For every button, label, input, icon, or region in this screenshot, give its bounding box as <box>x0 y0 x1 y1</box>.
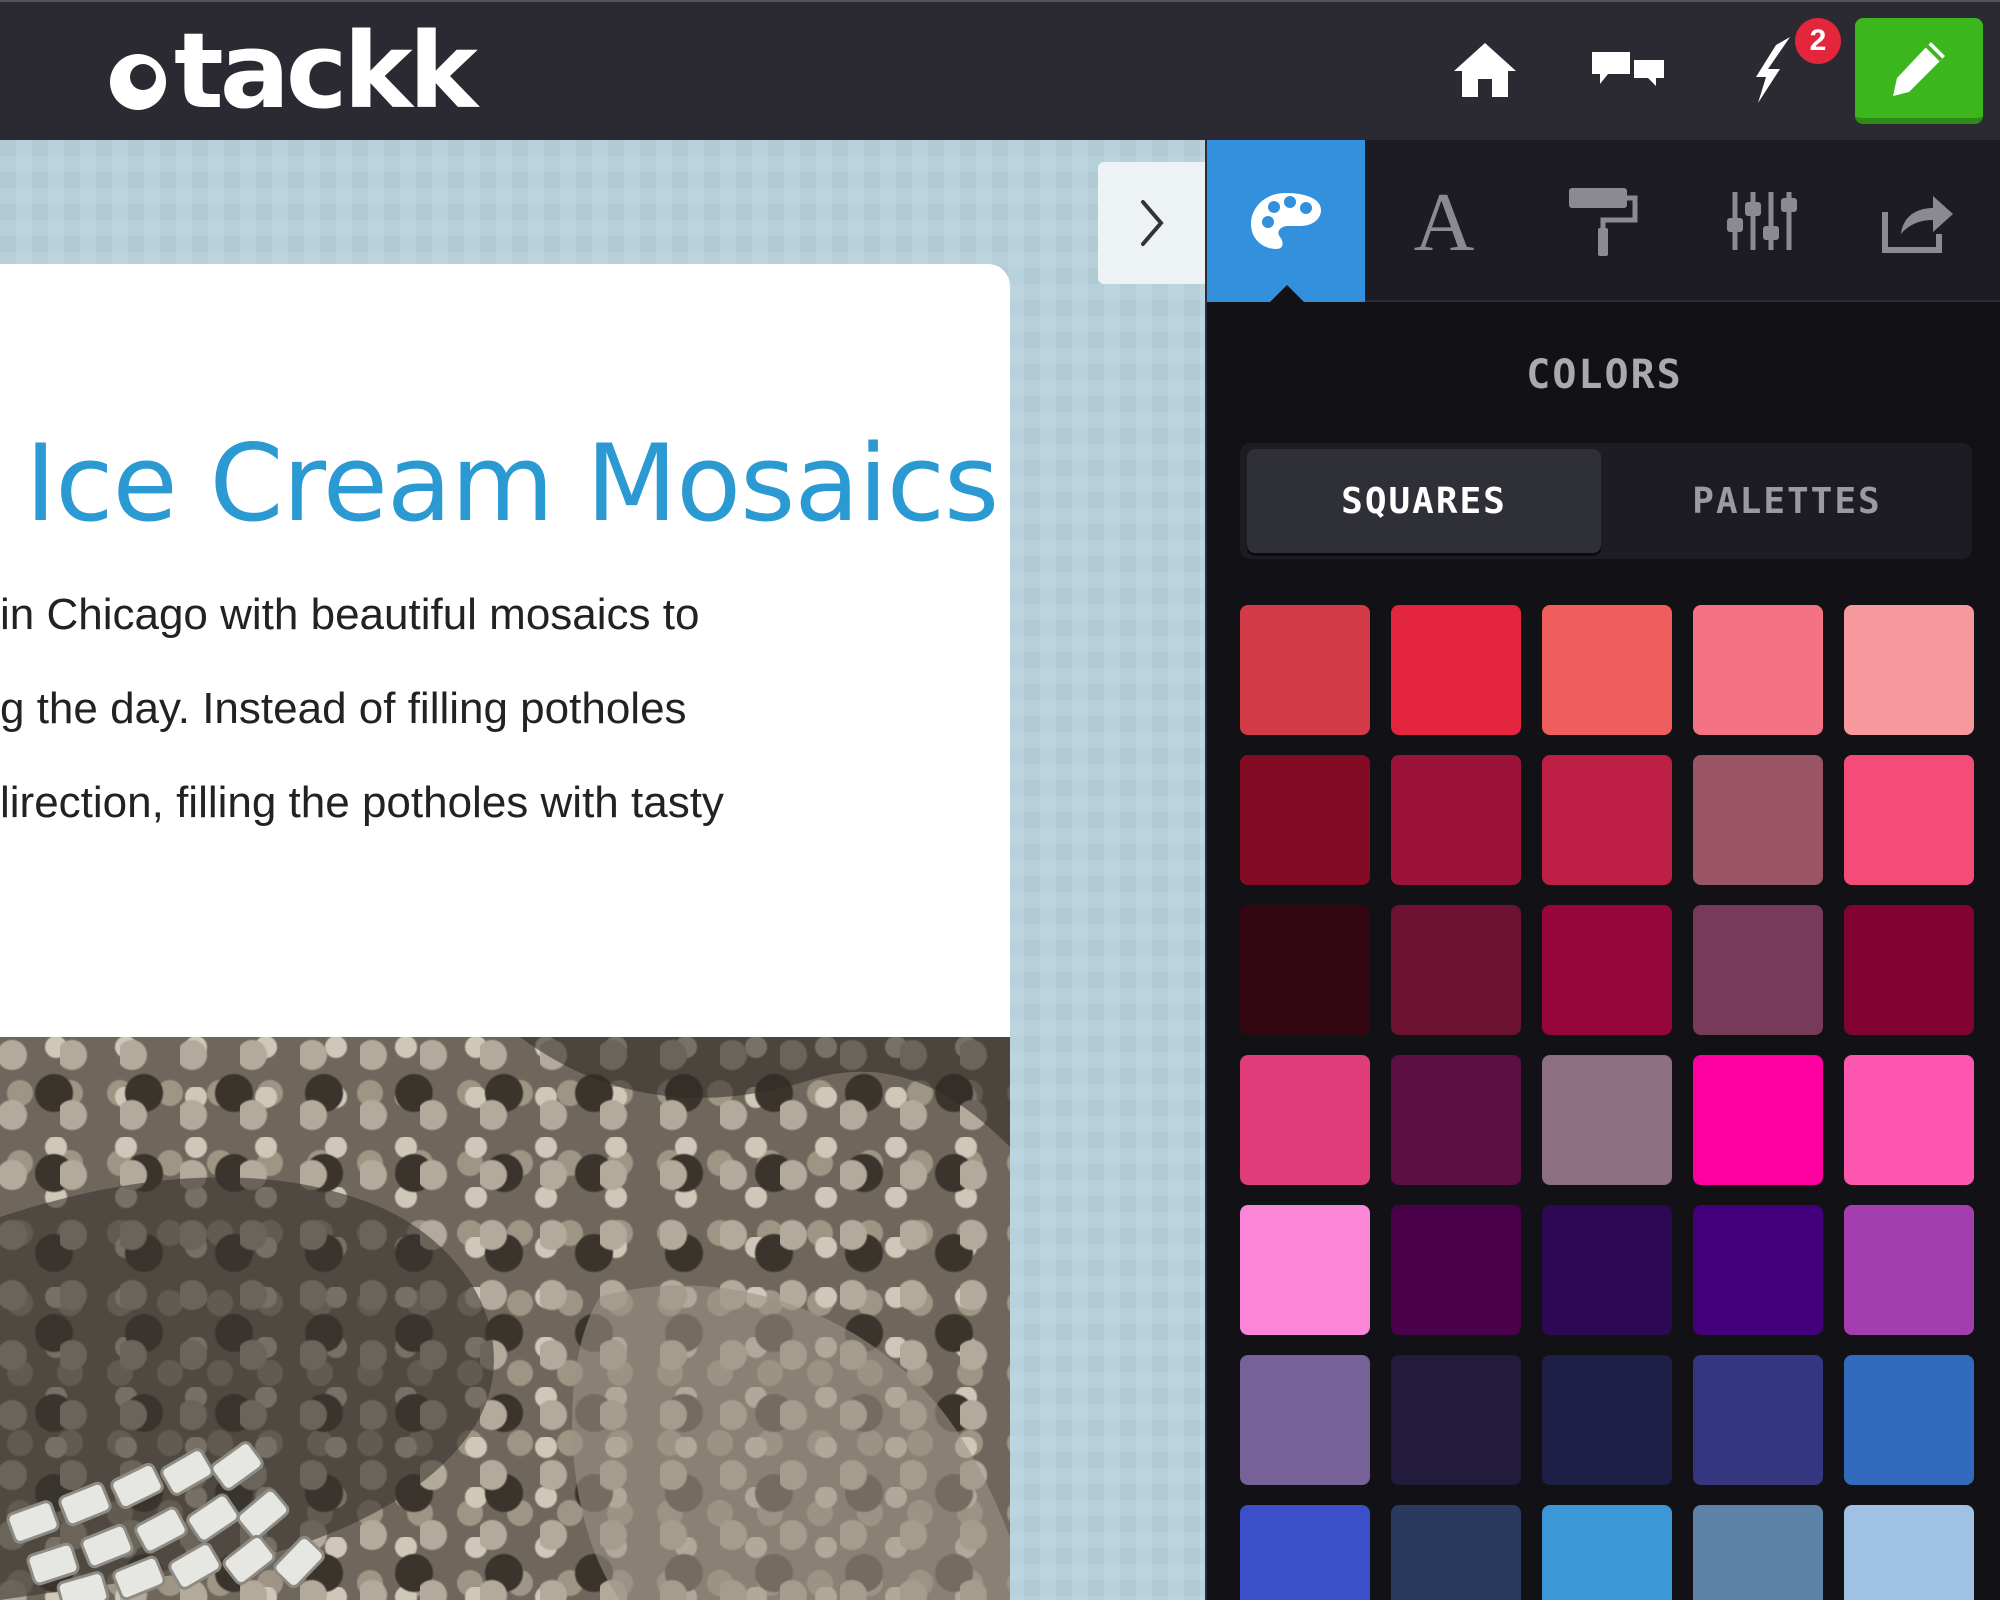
logo-text: tackk <box>174 10 478 132</box>
collapse-panel-button[interactable] <box>1098 162 1206 284</box>
color-swatch[interactable] <box>1844 1205 1974 1335</box>
color-swatch[interactable] <box>1240 605 1370 735</box>
color-swatch[interactable] <box>1391 1055 1521 1185</box>
color-swatch[interactable] <box>1693 755 1823 885</box>
color-swatch[interactable] <box>1542 1355 1672 1485</box>
color-swatch[interactable] <box>1542 605 1672 735</box>
color-mode-toggle: SQUARES PALETTES <box>1240 443 1972 559</box>
color-swatch[interactable] <box>1693 905 1823 1035</box>
pencil-icon <box>1893 42 1945 96</box>
edit-button[interactable] <box>1855 18 1983 124</box>
color-swatch[interactable] <box>1391 1505 1521 1600</box>
color-swatch[interactable] <box>1391 1205 1521 1335</box>
color-swatch[interactable] <box>1240 1055 1370 1185</box>
color-swatch[interactable] <box>1240 1205 1370 1335</box>
logo-mark-icon <box>110 54 166 110</box>
color-swatch[interactable] <box>1391 905 1521 1035</box>
page-title[interactable]: Ice Cream Mosaics <box>25 422 999 545</box>
color-swatch[interactable] <box>1844 605 1974 735</box>
notification-badge: 2 <box>1795 18 1841 64</box>
body-text-line-1[interactable]: in Chicago with beautiful mosaics to <box>0 590 699 640</box>
color-swatch[interactable] <box>1391 1355 1521 1485</box>
panel-tab-bar: A <box>1207 140 2000 303</box>
color-swatch-grid <box>1240 605 1990 1600</box>
color-swatch[interactable] <box>1693 1055 1823 1185</box>
color-swatch[interactable] <box>1240 1505 1370 1600</box>
tackk-logo[interactable]: tackk <box>110 10 478 132</box>
color-swatch[interactable] <box>1542 1055 1672 1185</box>
body-text-line-2[interactable]: g the day. Instead of filling potholes <box>0 684 687 734</box>
home-icon[interactable] <box>1445 30 1525 110</box>
color-swatch[interactable] <box>1693 1505 1823 1600</box>
palettes-tab[interactable]: PALETTES <box>1608 449 1966 553</box>
tab-typography[interactable]: A <box>1365 140 1523 302</box>
sliders-icon <box>1727 192 1797 250</box>
color-swatch[interactable] <box>1240 755 1370 885</box>
color-swatch[interactable] <box>1391 605 1521 735</box>
pothole-mosaic-photo[interactable] <box>0 1037 1010 1600</box>
color-swatch[interactable] <box>1240 905 1370 1035</box>
color-swatch[interactable] <box>1844 1055 1974 1185</box>
color-swatch[interactable] <box>1542 1205 1672 1335</box>
mosaic-tiles-image <box>0 1037 1010 1600</box>
chat-bubbles-icon[interactable] <box>1588 30 1668 110</box>
color-swatch[interactable] <box>1391 755 1521 885</box>
share-icon <box>1882 196 1953 253</box>
squares-tab[interactable]: SQUARES <box>1247 449 1601 553</box>
color-swatch[interactable] <box>1693 605 1823 735</box>
color-swatch[interactable] <box>1844 1505 1974 1600</box>
palette-icon <box>1251 193 1321 249</box>
color-swatch[interactable] <box>1844 755 1974 885</box>
color-swatch[interactable] <box>1844 1355 1974 1485</box>
chevron-right-icon <box>1141 200 1164 246</box>
svg-text:A: A <box>1414 186 1475 256</box>
colors-section-title: COLORS <box>1526 352 1683 398</box>
paint-roller-icon <box>1569 188 1638 256</box>
color-swatch[interactable] <box>1542 1505 1672 1600</box>
tab-share[interactable] <box>1839 140 1997 302</box>
font-icon: A <box>1414 186 1475 256</box>
color-swatch[interactable] <box>1542 905 1672 1035</box>
tab-styles[interactable] <box>1523 140 1681 302</box>
design-panel: A COLORS SQUARES PALETTES <box>1205 140 2000 1600</box>
tab-settings[interactable] <box>1681 140 1839 302</box>
color-swatch[interactable] <box>1542 755 1672 885</box>
color-swatch[interactable] <box>1240 1355 1370 1485</box>
color-swatch[interactable] <box>1693 1355 1823 1485</box>
color-swatch[interactable] <box>1844 905 1974 1035</box>
color-swatch[interactable] <box>1693 1205 1823 1335</box>
top-bar: tackk 2 <box>0 0 2000 140</box>
tab-colors[interactable] <box>1207 140 1365 303</box>
body-text-line-3[interactable]: lirection, filling the potholes with tas… <box>0 778 724 828</box>
